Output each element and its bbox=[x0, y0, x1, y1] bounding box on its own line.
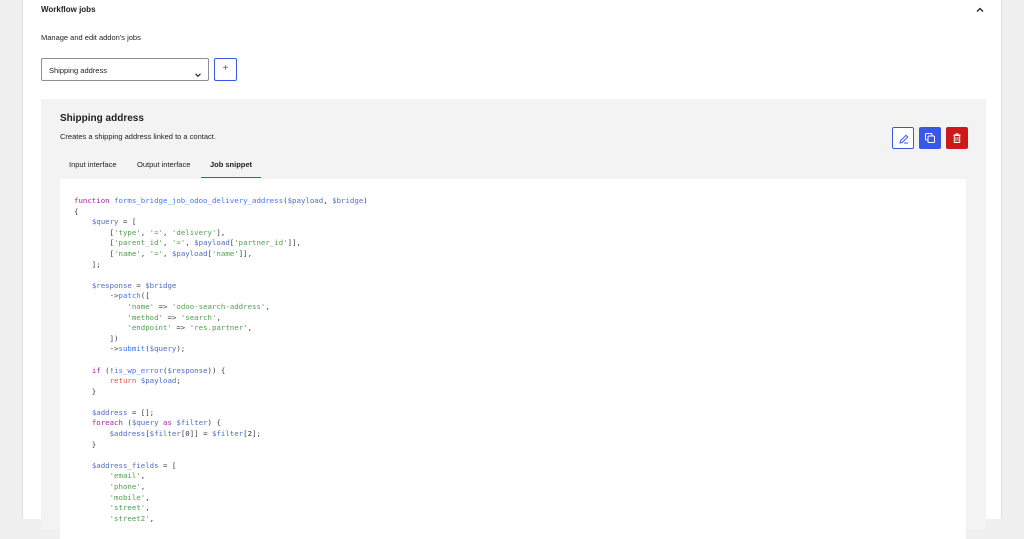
code-line: 'method' => 'search', bbox=[127, 312, 221, 322]
code-line: $address_fields = [ bbox=[91, 460, 177, 470]
code-line: ['type', '=', 'delivery'], bbox=[74, 227, 226, 237]
code-line: 'street2', bbox=[109, 513, 155, 523]
code-line: $response = $bridge bbox=[91, 280, 177, 290]
code-line: ]) bbox=[74, 333, 119, 343]
code-line: $address[$filter[0]] = $filter[2]; bbox=[109, 429, 261, 439]
section-title: Workflow jobs bbox=[41, 5, 96, 14]
code-line: 'phone', bbox=[109, 482, 146, 492]
code-line: } bbox=[74, 439, 97, 449]
copy-icon bbox=[925, 133, 935, 143]
code-line: ['parent_id', '=', $payload['partner_id'… bbox=[74, 238, 301, 248]
code-line: ]; bbox=[74, 259, 101, 269]
job-title: Shipping address bbox=[60, 113, 144, 124]
workflow-jobs-panel: Workflow jobs Manage and edit addon's jo… bbox=[22, 0, 1002, 539]
code-line: return $payload; bbox=[109, 376, 181, 386]
edit-icon bbox=[899, 134, 909, 144]
job-description: Creates a shipping address linked to a c… bbox=[60, 132, 216, 141]
code-line: } bbox=[74, 386, 97, 396]
job-snippet-code: function forms_bridge_job_odoo_delivery_… bbox=[60, 179, 966, 539]
section-header[interactable]: Workflow jobs bbox=[41, 0, 986, 20]
code-line: 'street', bbox=[109, 503, 150, 513]
delete-job-button[interactable] bbox=[946, 127, 968, 149]
code-line: 'email', bbox=[109, 471, 146, 481]
code-line: 'name' => 'odoo-search-address', bbox=[127, 301, 270, 311]
tab-input-interface[interactable]: Input interface bbox=[69, 154, 117, 178]
copy-job-button[interactable] bbox=[919, 127, 941, 149]
code-line: 'mobile', bbox=[109, 492, 150, 502]
code-line: function forms_bridge_job_odoo_delivery_… bbox=[74, 196, 368, 205]
code-line: $address = []; bbox=[91, 407, 155, 417]
code-line: foreach ($query as $filter) { bbox=[91, 418, 221, 428]
code-line: if (!is_wp_error($response)) { bbox=[91, 365, 226, 375]
job-select-value: Shipping address bbox=[49, 66, 107, 75]
chevron-down-icon bbox=[194, 66, 202, 78]
job-select[interactable]: Shipping address bbox=[41, 58, 209, 81]
code-line: { bbox=[74, 206, 79, 216]
edit-job-button[interactable] bbox=[892, 127, 914, 149]
trash-icon bbox=[953, 133, 961, 143]
tab-job-snippet[interactable]: Job snippet bbox=[201, 154, 261, 178]
code-line: ->submit($query); bbox=[74, 344, 186, 354]
code-snippet: function forms_bridge_job_odoo_delivery_… bbox=[74, 196, 368, 524]
section-description: Manage and edit addon's jobs bbox=[41, 33, 141, 42]
code-line: $query = [ bbox=[91, 217, 137, 227]
job-card: Shipping address Creates a shipping addr… bbox=[41, 99, 986, 539]
code-line: ['name', '=', $payload['name']], bbox=[74, 248, 253, 258]
tab-output-interface[interactable]: Output interface bbox=[137, 154, 190, 178]
chevron-up-icon[interactable] bbox=[974, 3, 986, 15]
add-job-button[interactable]: + bbox=[214, 58, 237, 81]
code-line: 'endpoint' => 'res.partner', bbox=[127, 323, 253, 333]
code-line: ->patch([ bbox=[74, 291, 150, 301]
